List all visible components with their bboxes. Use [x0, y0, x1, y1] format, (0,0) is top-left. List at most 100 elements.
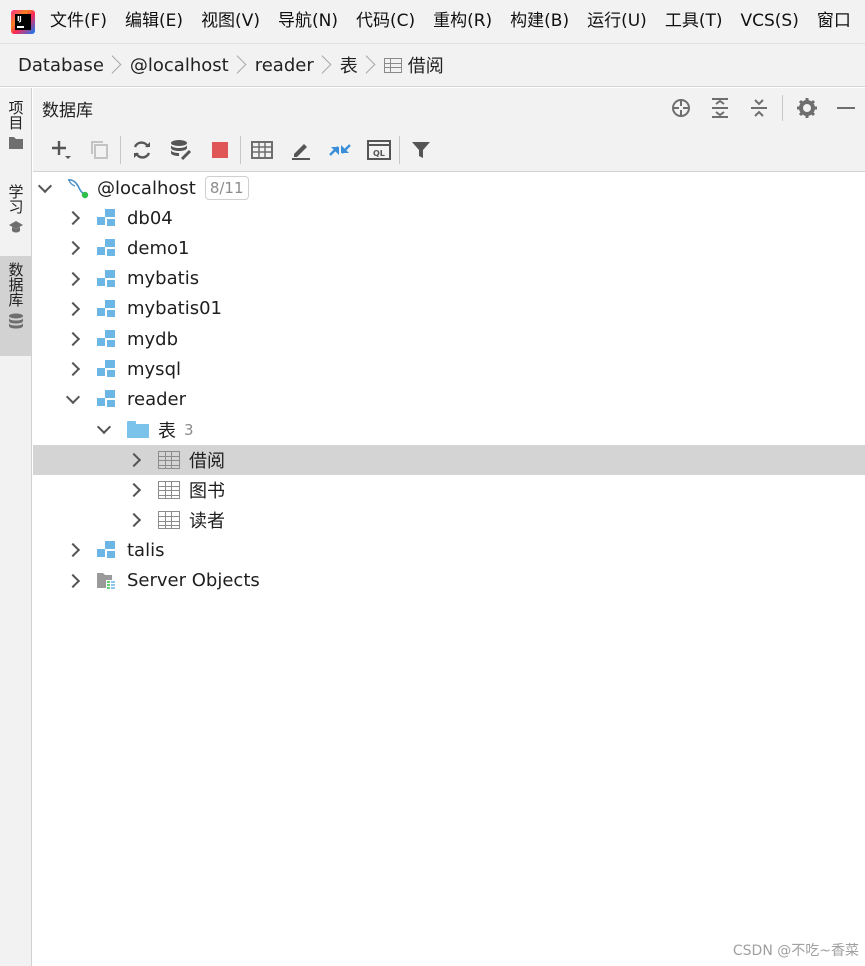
chevron-right-icon[interactable]	[63, 543, 83, 558]
menu-navigate[interactable]: 导航(N)	[269, 0, 347, 43]
chevron-down-icon[interactable]	[63, 389, 83, 404]
tree-item-schema[interactable]: mybatis	[33, 264, 865, 294]
chevron-right-icon[interactable]	[63, 573, 83, 588]
graduation-cap-icon	[9, 221, 23, 233]
tree-item-tables-folder[interactable]: 表 3	[33, 415, 865, 445]
panel-title: 数据库	[42, 100, 93, 121]
table-icon	[158, 480, 180, 499]
chevron-right-icon[interactable]	[63, 211, 83, 226]
breadcrumb-table[interactable]: 借阅	[383, 52, 444, 78]
database-settings-icon	[170, 139, 191, 160]
watermark: CSDN @不吃~香菜	[732, 943, 859, 959]
collapse-all-button[interactable]	[739, 88, 778, 128]
breadcrumb-tables[interactable]: 表	[340, 52, 358, 78]
mysql-dolphin-icon	[67, 179, 89, 199]
schema-icon	[96, 269, 118, 289]
chevron-right-icon[interactable]	[124, 482, 144, 498]
menu-refactor[interactable]: 重构(R)	[424, 0, 501, 43]
expand-all-button[interactable]	[700, 88, 739, 128]
chevron-right-icon[interactable]	[124, 513, 144, 528]
open-table-button[interactable]	[242, 128, 281, 172]
chevron-right-icon[interactable]	[63, 301, 83, 316]
schema-label: mybatis	[127, 268, 200, 290]
table-label: 图书	[189, 480, 225, 502]
side-tab-project[interactable]: 项目	[0, 94, 32, 166]
chevron-down-icon[interactable]	[35, 178, 55, 193]
database-icon	[9, 313, 23, 329]
tree-item-schema[interactable]: demo1	[33, 233, 865, 263]
host-label: @localhost	[97, 177, 196, 199]
menu-run[interactable]: 运行(U)	[578, 0, 656, 43]
chevron-right-icon[interactable]	[63, 241, 83, 256]
database-tree: @localhost 8/11 db04 demo1 mybatis mybat…	[33, 172, 865, 596]
schema-label: mydb	[127, 328, 179, 350]
menu-tools[interactable]: 工具(T)	[656, 0, 732, 43]
panel-header-tools	[661, 88, 865, 128]
table-label: 读者	[189, 511, 225, 533]
locate-button[interactable]	[661, 88, 700, 128]
query-console-button[interactable]: QL	[359, 128, 398, 172]
breadcrumb-schema[interactable]: reader	[255, 55, 314, 76]
table-icon	[383, 57, 402, 73]
app-logo-icon: IJ	[11, 9, 35, 34]
refresh-button[interactable]	[122, 128, 161, 172]
schema-label: demo1	[127, 237, 190, 259]
tree-item-schema[interactable]: mybatis01	[33, 294, 865, 324]
filter-button[interactable]	[401, 128, 440, 172]
breadcrumb-database[interactable]: Database	[18, 55, 104, 76]
side-tab-database[interactable]: 数据库	[0, 256, 32, 356]
schema-count-badge: 8/11	[204, 176, 249, 201]
schema-label: db04	[127, 207, 173, 229]
add-button[interactable]	[41, 128, 80, 172]
copy-icon	[90, 140, 108, 159]
table-icon	[158, 511, 180, 530]
hide-panel-button[interactable]	[826, 88, 865, 128]
tables-count: 3	[184, 420, 194, 439]
minimize-icon	[836, 107, 855, 109]
breadcrumb-separator-icon	[320, 54, 330, 76]
tree-item-schema[interactable]: talis	[33, 535, 865, 565]
breadcrumb: Database @localhost reader 表 借阅	[0, 43, 865, 87]
chevron-right-icon[interactable]	[63, 271, 83, 286]
expand-all-icon	[711, 98, 728, 118]
compare-button[interactable]	[320, 128, 359, 172]
breadcrumb-host[interactable]: @localhost	[130, 55, 229, 76]
menu-bar: IJ 文件(F) 编辑(E) 视图(V) 导航(N) 代码(C) 重构(R) 构…	[0, 0, 865, 43]
menu-view[interactable]: 视图(V)	[192, 0, 269, 43]
edit-button[interactable]	[281, 128, 320, 172]
chevron-down-icon[interactable]	[94, 420, 114, 435]
menu-vcs[interactable]: VCS(S)	[731, 0, 807, 43]
ql-console-icon: QL	[366, 139, 391, 160]
tree-item-schema[interactable]: db04	[33, 203, 865, 233]
menu-file[interactable]: 文件(F)	[41, 0, 116, 43]
chevron-right-icon[interactable]	[63, 362, 83, 377]
refresh-icon	[133, 140, 150, 159]
menu-code[interactable]: 代码(C)	[347, 0, 424, 43]
side-tab-learn[interactable]: 学习	[0, 178, 32, 240]
settings-button[interactable]	[787, 88, 826, 128]
pencil-icon	[291, 143, 310, 160]
data-source-properties-button[interactable]	[161, 128, 200, 172]
panel-header: 数据库	[33, 88, 865, 128]
menu-window[interactable]: 窗口	[808, 0, 860, 43]
menu-edit[interactable]: 编辑(E)	[116, 0, 192, 43]
tree-item-schema-reader[interactable]: reader	[33, 384, 865, 414]
database-toolbar: QL	[33, 128, 865, 172]
server-objects-icon	[97, 572, 116, 590]
table-label: 借阅	[189, 450, 225, 472]
compare-arrows-icon	[328, 143, 351, 156]
menu-build[interactable]: 构建(B)	[501, 0, 578, 43]
stop-button[interactable]	[200, 128, 239, 172]
chevron-right-icon[interactable]	[124, 452, 144, 467]
tree-item-table[interactable]: 借阅	[33, 444, 865, 475]
tree-item-table[interactable]: 图书	[33, 475, 865, 505]
tree-item-table[interactable]: 读者	[33, 505, 865, 535]
tree-item-schema[interactable]: mysql	[33, 354, 865, 384]
tree-item-host[interactable]: @localhost 8/11	[33, 173, 865, 203]
chevron-right-icon[interactable]	[63, 331, 83, 347]
toolbar-divider	[240, 135, 241, 164]
tree-item-schema[interactable]: mydb	[33, 324, 865, 354]
schema-label: mybatis01	[127, 298, 222, 320]
plus-icon	[51, 140, 71, 159]
tree-item-server-objects[interactable]: Server Objects	[33, 565, 865, 595]
